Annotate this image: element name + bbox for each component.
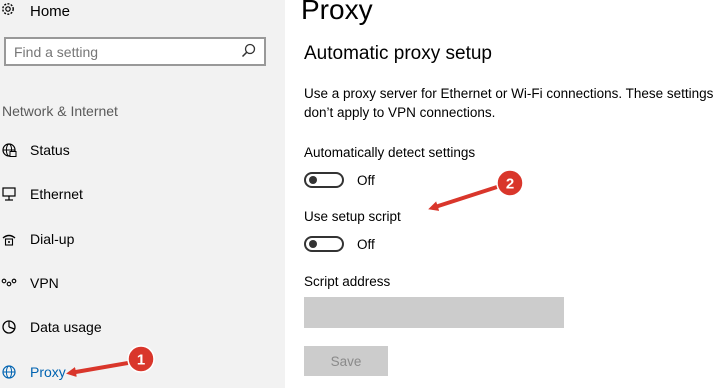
- sidebar-item-ethernet[interactable]: Ethernet: [0, 182, 83, 206]
- script-address-label: Script address: [304, 274, 391, 289]
- sidebar-item-dial-up[interactable]: Dial-up: [0, 227, 74, 251]
- sidebar-item-label: Data usage: [30, 319, 102, 335]
- sidebar-item-proxy[interactable]: Proxy: [0, 360, 66, 384]
- section-heading: Network & Internet: [2, 103, 118, 119]
- gear-icon: [0, 1, 20, 21]
- sidebar-item-data-usage[interactable]: Data usage: [0, 315, 102, 339]
- save-button[interactable]: Save: [304, 346, 388, 376]
- globe-status-icon: [0, 141, 18, 159]
- sidebar: Home Find a setting Network & Internet S…: [0, 0, 285, 388]
- search-input[interactable]: Find a setting: [4, 37, 266, 66]
- search-icon[interactable]: [241, 43, 256, 61]
- setup-script-state: Off: [357, 236, 375, 252]
- home-nav-item[interactable]: Home: [0, 0, 70, 22]
- sidebar-item-vpn[interactable]: VPN: [0, 271, 59, 295]
- script-address-input[interactable]: [304, 297, 564, 328]
- home-label: Home: [30, 2, 71, 20]
- setup-script-toggle-row: Off: [304, 234, 375, 254]
- sidebar-item-status[interactable]: Status: [0, 138, 70, 162]
- auto-detect-state: Off: [357, 172, 375, 188]
- auto-detect-toggle-row: Off: [304, 170, 375, 190]
- setup-script-label: Use setup script: [304, 209, 401, 224]
- page-title: Proxy: [301, 0, 373, 25]
- sidebar-item-label: Status: [30, 142, 70, 158]
- section-title: Automatic proxy setup: [304, 43, 492, 64]
- auto-detect-toggle[interactable]: [304, 172, 344, 188]
- globe-icon: [0, 363, 18, 381]
- toggle-knob: [309, 176, 317, 184]
- dial-up-icon: [0, 230, 18, 248]
- sidebar-item-label: VPN: [30, 275, 59, 291]
- vpn-icon: [0, 274, 18, 292]
- description-text: Use a proxy server for Ethernet or Wi-Fi…: [304, 86, 714, 120]
- setup-script-toggle[interactable]: [304, 236, 344, 252]
- sidebar-item-label: Ethernet: [30, 186, 83, 202]
- search-placeholder: Find a setting: [14, 43, 99, 60]
- main-content: Proxy Automatic proxy setup Use a proxy …: [285, 0, 723, 388]
- sidebar-item-label: Proxy: [30, 364, 66, 380]
- toggle-knob: [309, 240, 317, 248]
- auto-detect-label: Automatically detect settings: [304, 145, 476, 160]
- sidebar-item-label: Dial-up: [30, 231, 75, 247]
- data-usage-icon: [0, 318, 18, 336]
- ethernet-icon: [0, 185, 18, 203]
